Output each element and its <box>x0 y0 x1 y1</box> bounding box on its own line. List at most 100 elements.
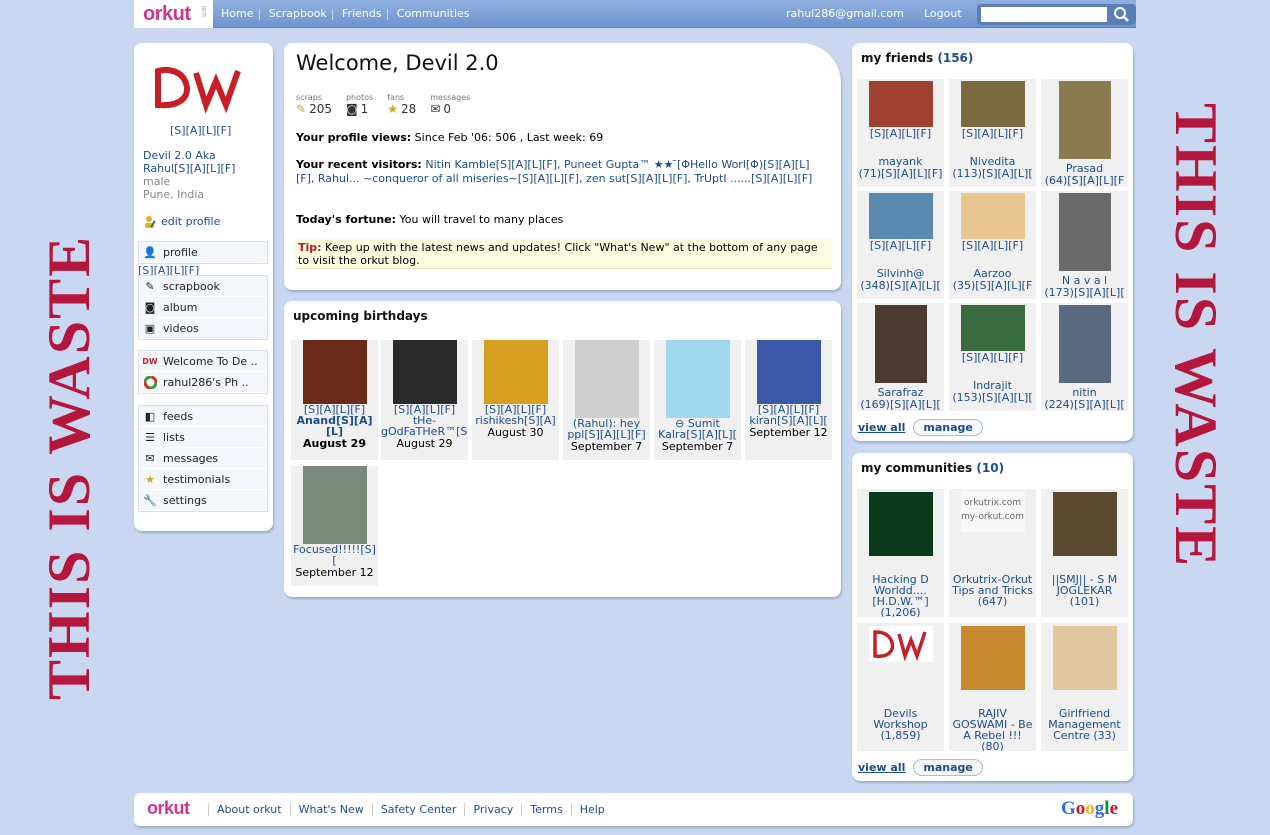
friend-photo[interactable] <box>960 81 1025 127</box>
menu-item-messages[interactable]: ✉ messages <box>139 448 267 469</box>
community-photo[interactable] <box>868 492 933 556</box>
community-card[interactable]: Girlfriend Management Centre (33) <box>1041 623 1128 751</box>
birthday-photo[interactable] <box>302 466 367 544</box>
search-icon[interactable] <box>1113 6 1130 23</box>
birthday-name[interactable]: kiran[S][A][L][ <box>745 415 832 426</box>
friend-photo[interactable] <box>960 193 1025 239</box>
friend-card[interactable]: [S][A][L][F] Indrajit (153)[S][A][L][ <box>949 303 1036 411</box>
friend-card[interactable]: Sarafraz (169)[S][A][L][ <box>857 303 944 411</box>
friend-card[interactable]: [S][A][L][F] mayank (71)[S][A][L][F] <box>857 79 944 187</box>
friend-photo[interactable] <box>960 305 1025 351</box>
community-card[interactable]: Devils Workshop (1,859) <box>857 623 944 751</box>
nav-scrapbook[interactable]: Scrapbook <box>269 7 327 20</box>
birthday-name[interactable]: tHe-gOdFaTHeR™[S][A][L][F] <box>381 415 468 437</box>
birthday-photo[interactable] <box>665 340 730 418</box>
nav-communities[interactable]: Communities <box>397 7 470 20</box>
friend-name[interactable]: mayank <box>857 156 944 168</box>
birthday-photo[interactable] <box>574 340 639 418</box>
community-photo[interactable]: orkutrix.com my-orkut.com <box>960 492 1025 532</box>
birthday-photo-caption[interactable]: [S][A][L][F] <box>291 404 378 415</box>
friend-photo[interactable] <box>874 305 927 383</box>
menu-item-lists[interactable]: ☰ lists <box>139 427 267 448</box>
community-photo[interactable] <box>868 626 933 662</box>
birthday-card[interactable]: [S][A][L][F] Anand[S][A][L] August 29 <box>291 340 378 460</box>
birthday-card[interactable]: ⊖ Sumit Kalra[S][A][L][September 7 <box>654 340 741 460</box>
friend-friend-count[interactable]: (113)[S][A][L][ <box>949 168 1036 180</box>
friend-card[interactable]: nitin (224)[S][A][L][ <box>1041 303 1128 411</box>
nav-home[interactable]: Home <box>221 7 253 20</box>
stat-fans[interactable]: fans ★ 28 <box>387 93 416 116</box>
footer-link-safety[interactable]: Safety Center <box>371 803 465 816</box>
stat-messages[interactable]: messages ✉ 0 <box>430 93 470 116</box>
menu-item-album[interactable]: ◙ album <box>139 297 267 318</box>
friend-friend-count[interactable]: (348)[S][A][L][ <box>857 280 944 292</box>
birthday-card[interactable]: [S][A][L][F]tHe-gOdFaTHeR™[S][A][L][F]Au… <box>381 340 468 460</box>
community-photo[interactable] <box>1052 626 1117 690</box>
friend-name[interactable]: Aarzoo <box>949 268 1036 280</box>
birthday-name[interactable]: Anand[S][A][L] <box>291 415 378 437</box>
birthday-name[interactable]: Focused!!!!![S][ <box>291 544 378 566</box>
birthday-card[interactable]: [S][A][L][F] rishikesh[S][A] August 30 <box>472 340 559 460</box>
birthday-name[interactable]: ⊖ Sumit Kalra[S][A][L][ <box>654 418 741 440</box>
communities-manage-button[interactable]: manage <box>913 759 983 776</box>
birthday-photo-caption[interactable]: [S][A][L][F] <box>381 404 468 415</box>
friend-name[interactable]: Indrajit <box>949 380 1036 392</box>
footer-link-help[interactable]: Help <box>570 803 613 816</box>
friend-photo[interactable] <box>868 193 933 239</box>
friend-photo-caption[interactable]: [S][A][L][F] <box>857 240 944 252</box>
birthday-photo[interactable] <box>392 340 457 404</box>
friend-photo[interactable] <box>868 81 933 127</box>
friend-card[interactable]: [S][A][L][F] Silvinh@ (348)[S][A][L][ <box>857 191 944 299</box>
friend-name[interactable]: Nivedita <box>949 156 1036 168</box>
app-item-welcome[interactable]: DW Welcome To De .. <box>139 351 267 372</box>
community-name[interactable]: Hacking D Worldd....[H.D.W.™] (1,206) <box>857 574 944 617</box>
birthday-photo-caption[interactable]: [S][A][L][F] <box>472 404 559 415</box>
footer-orkut-logo[interactable]: orkut <box>147 798 190 819</box>
friend-photo[interactable] <box>1058 193 1111 271</box>
birthday-card[interactable]: (Rahul): hey ppl[S][A][L][F] September 7 <box>563 340 650 460</box>
community-card[interactable]: ||SMJ|| - S M JOGLEKAR (101) <box>1041 489 1128 617</box>
community-photo[interactable] <box>1052 492 1117 556</box>
friend-friend-count[interactable]: (173)[S][A][L][ <box>1041 287 1128 299</box>
user-name-line1[interactable]: Devil 2.0 Aka <box>143 149 268 162</box>
community-card[interactable]: orkutrix.com my-orkut.com Orkutrix-Orkut … <box>949 489 1036 617</box>
friend-photo-caption[interactable]: [S][A][L][F] <box>857 128 944 140</box>
user-name-line2[interactable]: Rahul[S][A][L][F] <box>143 162 268 175</box>
friend-name[interactable]: N a v a l <box>1041 275 1128 287</box>
birthday-photo[interactable] <box>483 340 548 404</box>
search-input[interactable] <box>981 7 1107 22</box>
friend-name[interactable]: Prasad <box>1041 163 1128 175</box>
friend-friend-count[interactable]: (169)[S][A][L][ <box>857 399 944 411</box>
footer-link-privacy[interactable]: Privacy <box>464 803 521 816</box>
community-name[interactable]: RAJIV GOSWAMI - Be A Rebel !!! (80) <box>949 708 1036 751</box>
avatar-caption[interactable]: [S][A][L][F] <box>170 124 231 137</box>
footer-link-about[interactable]: About orkut <box>208 803 290 816</box>
friends-count[interactable]: (156) <box>937 51 973 65</box>
friend-friend-count[interactable]: (153)[S][A][L][ <box>949 392 1036 404</box>
menu-item-scrapbook[interactable]: ✎ scrapbook <box>139 276 267 297</box>
friend-photo-caption[interactable]: [S][A][L][F] <box>949 128 1036 140</box>
footer-link-whats-new[interactable]: What's New <box>289 803 372 816</box>
menu-item-videos[interactable]: ▣ videos <box>139 318 267 339</box>
friend-photo-caption[interactable]: [S][A][L][F] <box>949 352 1036 364</box>
friend-card[interactable]: [S][A][L][F] Aarzoo (35)[S][A][L][F <box>949 191 1036 299</box>
friend-friend-count[interactable]: (71)[S][A][L][F] <box>857 168 944 180</box>
birthday-card[interactable]: [S][A][L][F] kiran[S][A][L][September 12 <box>745 340 832 460</box>
menu-item-settings[interactable]: 🔧 settings <box>139 490 267 511</box>
friend-name[interactable]: Sarafraz <box>857 387 944 399</box>
friend-photo[interactable] <box>1058 81 1111 159</box>
stat-scraps[interactable]: scraps ✎ 205 <box>296 93 332 116</box>
nav-friends[interactable]: Friends <box>342 7 382 20</box>
community-name[interactable]: Girlfriend Management Centre (33) <box>1041 708 1128 741</box>
stat-photos[interactable]: photos ◙ 1 <box>346 93 373 116</box>
communities-view-all-link[interactable]: view all <box>858 761 905 774</box>
birthday-photo[interactable] <box>756 340 821 404</box>
friend-name[interactable]: Silvinh@ <box>857 268 944 280</box>
community-name[interactable]: ||SMJ|| - S M JOGLEKAR (101) <box>1041 574 1128 607</box>
community-card[interactable]: Hacking D Worldd....[H.D.W.™] (1,206) <box>857 489 944 617</box>
friend-card[interactable]: N a v a l (173)[S][A][L][ <box>1041 191 1128 299</box>
community-card[interactable]: RAJIV GOSWAMI - Be A Rebel !!! (80) <box>949 623 1036 751</box>
communities-count[interactable]: (10) <box>976 461 1004 475</box>
edit-profile-link[interactable]: edit profile <box>143 215 220 228</box>
friend-photo[interactable] <box>1058 305 1111 383</box>
